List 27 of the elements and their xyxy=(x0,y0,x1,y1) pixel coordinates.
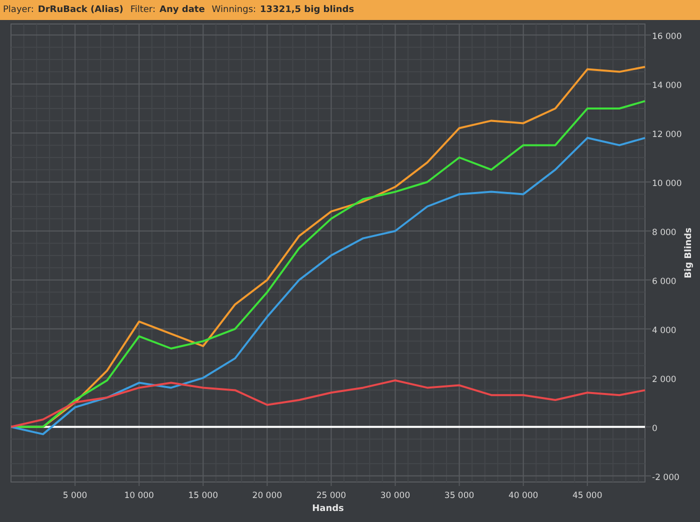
header-value: Any date xyxy=(160,5,205,15)
header-label: Winnings: xyxy=(212,5,256,15)
y-tick-label: 2 000 xyxy=(652,374,676,385)
x-axis-title: Hands xyxy=(312,504,344,514)
y-tick-label: 16 000 xyxy=(652,32,682,42)
header-value: 13321,5 big blinds xyxy=(260,5,354,15)
y-tick-label: 6 000 xyxy=(652,276,676,287)
x-tick-label: 20 000 xyxy=(252,491,282,501)
y-axis-title: Big Blinds xyxy=(684,228,694,278)
y-tick-label: 8 000 xyxy=(652,228,676,238)
x-tick-label: 10 000 xyxy=(124,491,154,501)
y-tick-label: 14 000 xyxy=(652,81,682,91)
x-tick-label: 40 000 xyxy=(508,491,538,501)
x-tick-label: 35 000 xyxy=(444,491,474,501)
x-tick-label: 15 000 xyxy=(188,491,218,501)
x-tick-label: 5 000 xyxy=(62,491,88,501)
y-tick-label: 0 xyxy=(652,424,658,434)
x-tick-label: 25 000 xyxy=(316,491,346,501)
y-tick-label: 4 000 xyxy=(652,326,676,336)
x-tick-label: 30 000 xyxy=(380,491,410,501)
y-tick-label: -2 000 xyxy=(652,472,680,483)
header-label: Filter: xyxy=(130,5,156,15)
y-tick-label: 12 000 xyxy=(652,130,682,140)
x-tick-label: 45 000 xyxy=(572,491,602,501)
header-label: Player: xyxy=(3,5,34,15)
header-value: DrRuBack (Alias) xyxy=(38,5,124,15)
y-tick-label: 10 000 xyxy=(652,178,682,189)
